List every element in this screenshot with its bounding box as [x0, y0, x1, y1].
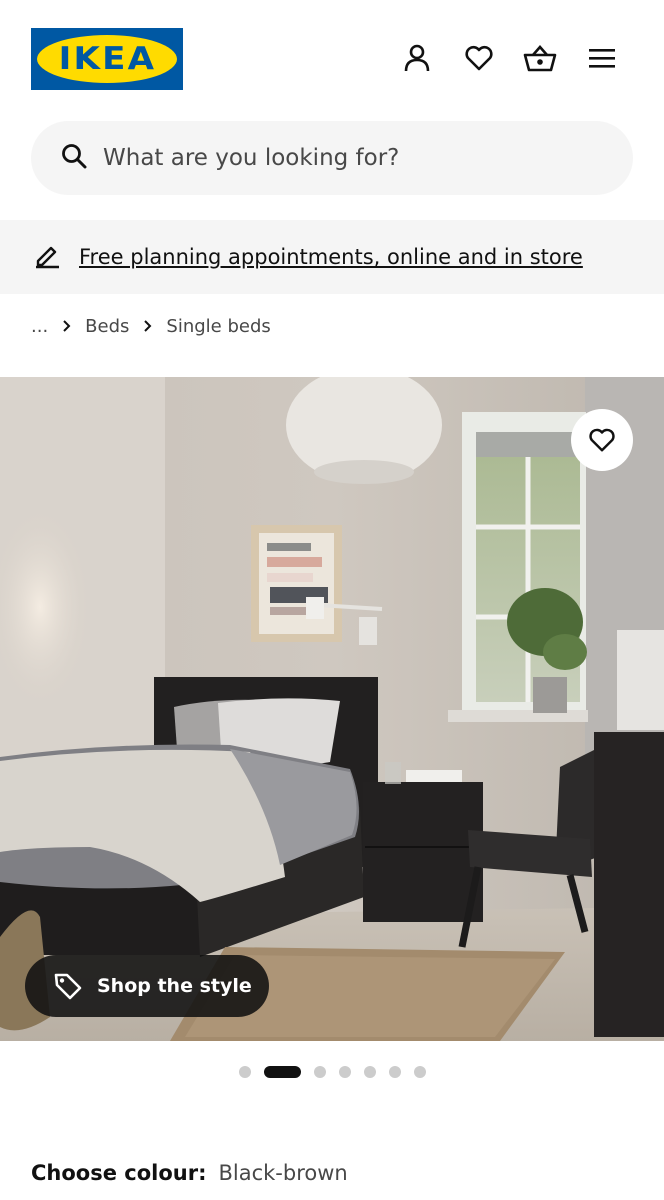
search-icon	[61, 143, 87, 174]
search-input[interactable]	[103, 145, 583, 171]
tag-icon	[53, 971, 83, 1001]
chevron-right-icon	[143, 317, 152, 336]
colour-label: Choose colour:	[31, 1161, 207, 1185]
search-bar[interactable]	[31, 121, 633, 195]
breadcrumb-ellipsis[interactable]: ...	[31, 316, 48, 337]
chevron-right-icon	[62, 317, 71, 336]
logo-registered-mark: ®	[170, 41, 176, 48]
logo-text: IKEA	[58, 41, 156, 77]
bedroom-photo	[0, 377, 664, 1041]
carousel-dot[interactable]	[413, 1066, 426, 1078]
carousel-indicators	[0, 1066, 664, 1078]
pencil-icon	[33, 241, 61, 274]
logo-oval: IKEA	[37, 35, 177, 83]
basket-icon[interactable]	[522, 40, 558, 76]
colour-selector[interactable]: Choose colour: Black-brown	[31, 1161, 348, 1185]
ikea-logo[interactable]: IKEA ®	[31, 28, 183, 90]
carousel-dot[interactable]	[338, 1066, 351, 1078]
carousel-dot[interactable]	[363, 1066, 376, 1078]
carousel-dot[interactable]	[388, 1066, 401, 1078]
carousel-dot-active[interactable]	[263, 1066, 301, 1078]
breadcrumb: ... Beds Single beds	[31, 314, 271, 338]
shop-the-style-button[interactable]: Shop the style	[25, 955, 269, 1017]
colour-value: Black-brown	[218, 1161, 348, 1185]
heart-icon[interactable]	[461, 40, 497, 76]
header: IKEA ®	[0, 0, 664, 110]
heart-icon	[588, 426, 616, 454]
breadcrumb-item-single-beds[interactable]: Single beds	[166, 316, 270, 337]
breadcrumb-item-beds[interactable]: Beds	[85, 316, 129, 337]
add-to-favourites-button[interactable]	[571, 409, 633, 471]
profile-icon[interactable]	[399, 40, 435, 76]
carousel-dot[interactable]	[313, 1066, 326, 1078]
product-image[interactable]: Shop the style	[0, 377, 664, 1041]
carousel-dot[interactable]	[238, 1066, 251, 1078]
shop-the-style-label: Shop the style	[97, 975, 252, 997]
planning-banner[interactable]: Free planning appointments, online and i…	[0, 220, 664, 294]
planning-link[interactable]: Free planning appointments, online and i…	[79, 245, 583, 269]
menu-icon[interactable]	[584, 40, 620, 76]
